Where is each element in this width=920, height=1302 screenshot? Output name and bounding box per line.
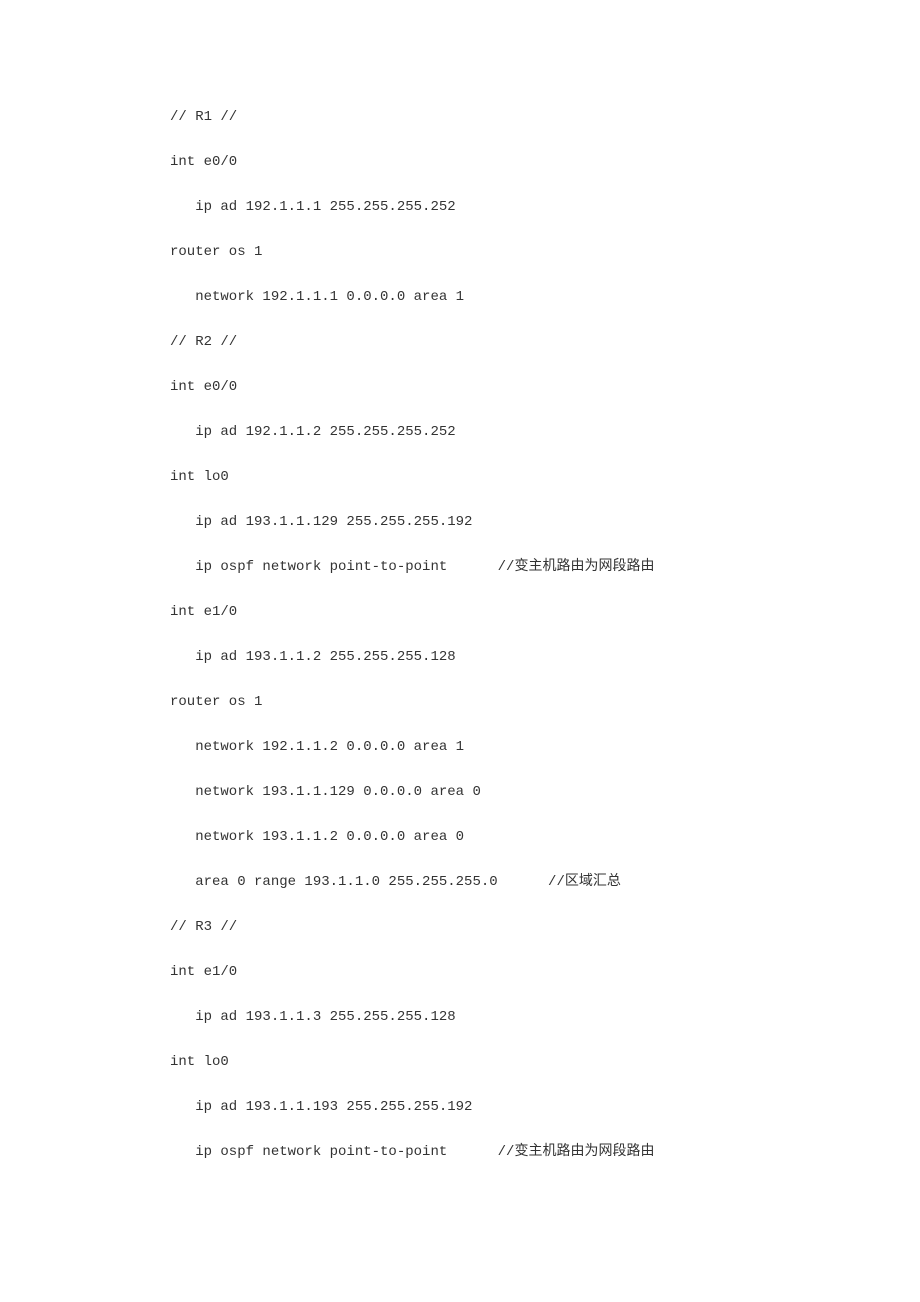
code-line: ip ad 192.1.1.2 255.255.255.252 xyxy=(170,425,750,439)
code-line: int lo0 xyxy=(170,1055,750,1069)
code-line: network 192.1.1.2 0.0.0.0 area 1 xyxy=(170,740,750,754)
code-line: ip ad 193.1.1.2 255.255.255.128 xyxy=(170,650,750,664)
code-line: int lo0 xyxy=(170,470,750,484)
code-line: ip ospf network point-to-point //变主机路由为网… xyxy=(170,560,750,574)
code-line: int e0/0 xyxy=(170,380,750,394)
code-line: area 0 range 193.1.1.0 255.255.255.0 //区… xyxy=(170,875,750,889)
code-line: network 192.1.1.1 0.0.0.0 area 1 xyxy=(170,290,750,304)
code-line: ip ospf network point-to-point //变主机路由为网… xyxy=(170,1145,750,1159)
code-line: int e1/0 xyxy=(170,965,750,979)
code-line: network 193.1.1.2 0.0.0.0 area 0 xyxy=(170,830,750,844)
code-line: network 193.1.1.129 0.0.0.0 area 0 xyxy=(170,785,750,799)
code-line: router os 1 xyxy=(170,695,750,709)
code-line: ip ad 193.1.1.193 255.255.255.192 xyxy=(170,1100,750,1114)
code-line: int e1/0 xyxy=(170,605,750,619)
code-line: // R2 // xyxy=(170,335,750,349)
code-line: ip ad 193.1.1.3 255.255.255.128 xyxy=(170,1010,750,1024)
code-line: ip ad 193.1.1.129 255.255.255.192 xyxy=(170,515,750,529)
code-line: ip ad 192.1.1.1 255.255.255.252 xyxy=(170,200,750,214)
code-line: // R3 // xyxy=(170,920,750,934)
code-line: router os 1 xyxy=(170,245,750,259)
code-line: int e0/0 xyxy=(170,155,750,169)
document-page: // R1 // int e0/0 ip ad 192.1.1.1 255.25… xyxy=(0,0,920,1219)
code-line: // R1 // xyxy=(170,110,750,124)
